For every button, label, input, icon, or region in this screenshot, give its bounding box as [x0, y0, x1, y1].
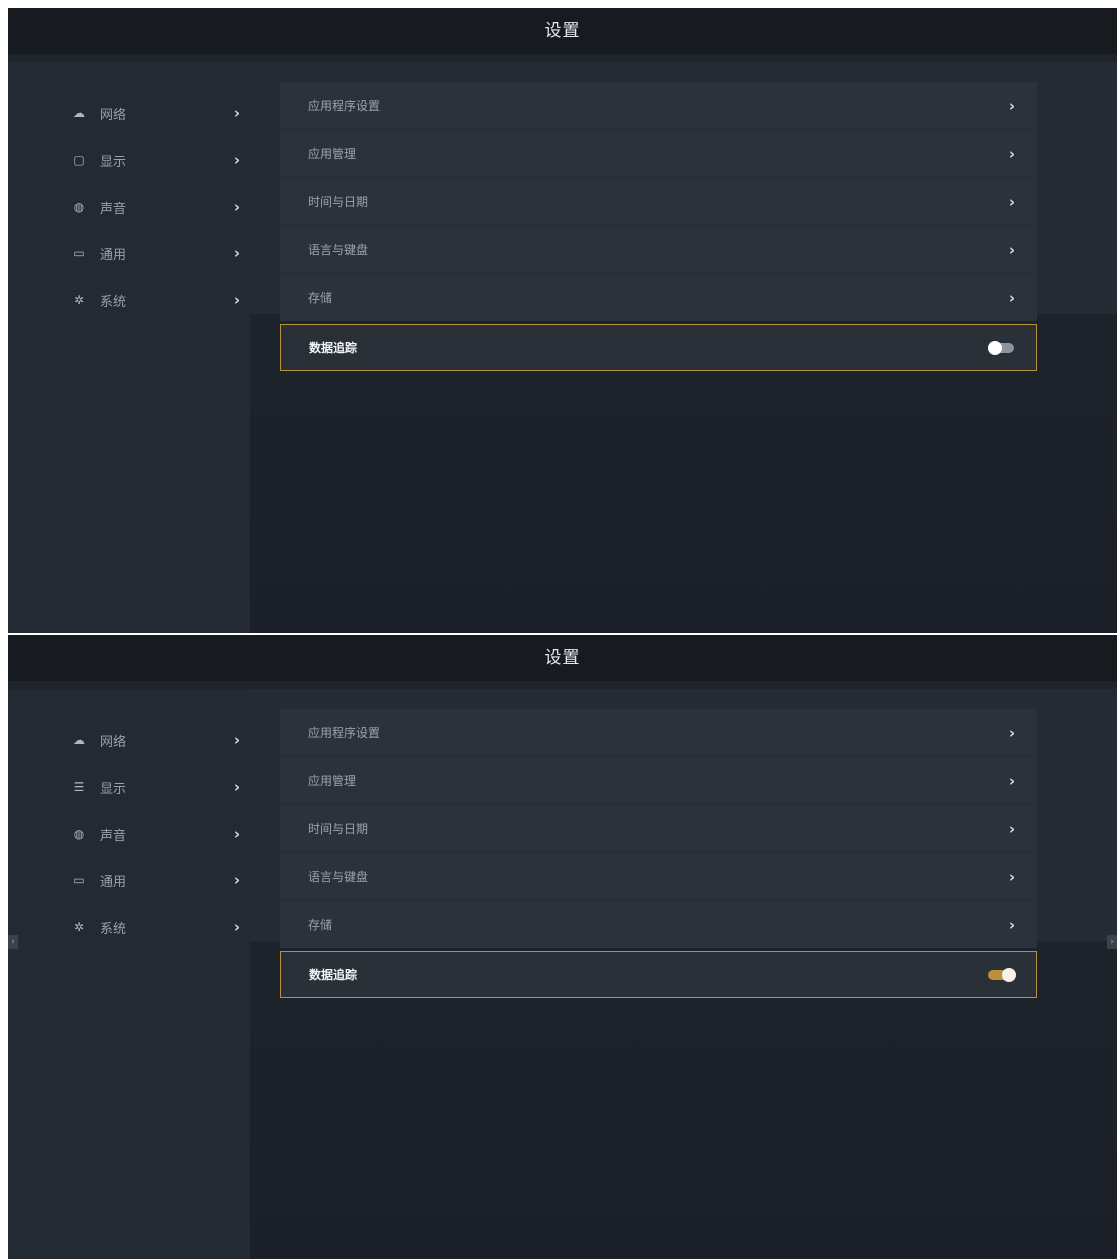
chevron-right-icon: › [1008, 96, 1015, 115]
sidebar-item-general[interactable]: ▭ 通用 › [70, 865, 240, 895]
sidebar-item-system[interactable]: ✲ 系统 › [70, 285, 240, 315]
sidebar-item-sound[interactable]: ◍ 声音 › [70, 192, 240, 222]
row-label: 时间与日期 [308, 822, 369, 836]
settings-screen-top: 设置 ☁ 网络 › ▢ 显示 › ◍ 声音 › ▭ 通用 › ✲ 系统 › 应用… [8, 8, 1117, 633]
settings-row[interactable]: 存储 › [280, 901, 1037, 948]
display-icon: ☰ [73, 780, 85, 794]
settings-list: 应用程序设置 › 应用管理 › 时间与日期 › 语言与键盘 › 存储 › 数据追… [280, 709, 1037, 999]
calendar-icon: ▭ [73, 873, 85, 887]
chevron-right-icon: › [233, 825, 240, 843]
sidebar-item-label: 显示 [100, 154, 127, 170]
settings-row[interactable]: 应用程序设置 › [280, 82, 1037, 129]
toggle-knob [1002, 967, 1016, 982]
sidebar-item-label: 声音 [100, 828, 127, 844]
sidebar-item-label: 通用 [100, 874, 127, 890]
sidebar-item-label: 网络 [100, 734, 127, 750]
settings-row[interactable]: 时间与日期 › [280, 805, 1037, 852]
chevron-right-icon: › [1008, 819, 1015, 838]
sidebar-item-display[interactable]: ☰ 显示 › [70, 772, 240, 802]
chevron-right-icon: › [233, 778, 240, 796]
speaker-icon: ◍ [73, 827, 85, 841]
sidebar-item-label: 系统 [100, 294, 127, 310]
data-tracking-toggle[interactable] [988, 340, 1014, 355]
sidebar-item-general[interactable]: ▭ 通用 › [70, 238, 240, 268]
sidebar-item-label: 系统 [100, 921, 127, 937]
row-label: 存储 [308, 918, 333, 932]
page-title: 设置 [8, 8, 1117, 54]
chevron-right-icon: › [233, 918, 240, 936]
row-label: 数据追踪 [309, 968, 358, 982]
sidebar-item-display[interactable]: ▢ 显示 › [70, 145, 240, 175]
row-label: 数据追踪 [309, 341, 358, 355]
row-label: 时间与日期 [308, 195, 369, 209]
sidebar-item-sound[interactable]: ◍ 声音 › [70, 819, 240, 849]
chevron-right-icon: › [233, 871, 240, 889]
sidebar-item-network[interactable]: ☁ 网络 › [70, 725, 240, 755]
cloud-icon: ☁ [73, 106, 85, 120]
row-label: 应用程序设置 [308, 726, 381, 740]
cloud-icon: ☁ [73, 733, 85, 747]
settings-row[interactable]: 时间与日期 › [280, 178, 1037, 225]
chevron-right-icon: › [1008, 771, 1015, 790]
chevron-right-icon: › [233, 244, 240, 262]
data-tracking-row[interactable]: 数据追踪 [280, 951, 1037, 998]
row-label: 语言与键盘 [308, 870, 369, 884]
settings-list: 应用程序设置 › 应用管理 › 时间与日期 › 语言与键盘 › 存储 › 数据追… [280, 82, 1037, 372]
gear-icon: ✲ [73, 293, 85, 307]
row-label: 应用程序设置 [308, 99, 381, 113]
chevron-right-icon: › [233, 731, 240, 749]
sidebar: ☁ 网络 › ▢ 显示 › ◍ 声音 › ▭ 通用 › ✲ 系统 › [8, 62, 250, 633]
settings-row[interactable]: 存储 › [280, 274, 1037, 321]
page-title: 设置 [8, 635, 1117, 681]
settings-row[interactable]: 应用程序设置 › [280, 709, 1037, 756]
sidebar-item-label: 通用 [100, 247, 127, 263]
speaker-icon: ◍ [73, 200, 85, 214]
data-tracking-row[interactable]: 数据追踪 [280, 324, 1037, 371]
row-label: 应用管理 [308, 147, 357, 161]
calendar-icon: ▭ [73, 246, 85, 260]
row-label: 语言与键盘 [308, 243, 369, 257]
edge-next-button[interactable]: › [1107, 935, 1117, 949]
toggle-knob [988, 340, 1002, 355]
sidebar: ☁ 网络 › ☰ 显示 › ◍ 声音 › ▭ 通用 › ✲ 系统 › [8, 689, 250, 1259]
sidebar-item-system[interactable]: ✲ 系统 › [70, 912, 240, 942]
settings-row[interactable]: 语言与键盘 › [280, 226, 1037, 273]
gear-icon: ✲ [73, 920, 85, 934]
chevron-right-icon: › [1008, 867, 1015, 886]
edge-prev-button[interactable]: ‹ [8, 935, 18, 949]
display-icon: ▢ [73, 153, 85, 167]
sidebar-item-network[interactable]: ☁ 网络 › [70, 98, 240, 128]
sidebar-item-label: 网络 [100, 107, 127, 123]
chevron-right-icon: › [1008, 723, 1015, 742]
settings-row[interactable]: 应用管理 › [280, 757, 1037, 804]
chevron-right-icon: › [233, 104, 240, 122]
settings-row[interactable]: 应用管理 › [280, 130, 1037, 177]
chevron-right-icon: › [1008, 192, 1015, 211]
chevron-right-icon: › [1008, 144, 1015, 163]
data-tracking-toggle[interactable] [988, 967, 1016, 982]
sidebar-item-label: 声音 [100, 201, 127, 217]
sidebar-item-label: 显示 [100, 781, 127, 797]
chevron-right-icon: › [233, 198, 240, 216]
chevron-right-icon: › [1008, 915, 1015, 934]
row-label: 应用管理 [308, 774, 357, 788]
chevron-right-icon: › [233, 291, 240, 309]
chevron-right-icon: › [1008, 240, 1015, 259]
settings-row[interactable]: 语言与键盘 › [280, 853, 1037, 900]
row-label: 存储 [308, 291, 333, 305]
chevron-right-icon: › [233, 151, 240, 169]
chevron-right-icon: › [1008, 288, 1015, 307]
settings-screen-bottom: 设置 ☁ 网络 › ☰ 显示 › ◍ 声音 › ▭ 通用 › ✲ 系统 › 应用… [8, 635, 1117, 1259]
